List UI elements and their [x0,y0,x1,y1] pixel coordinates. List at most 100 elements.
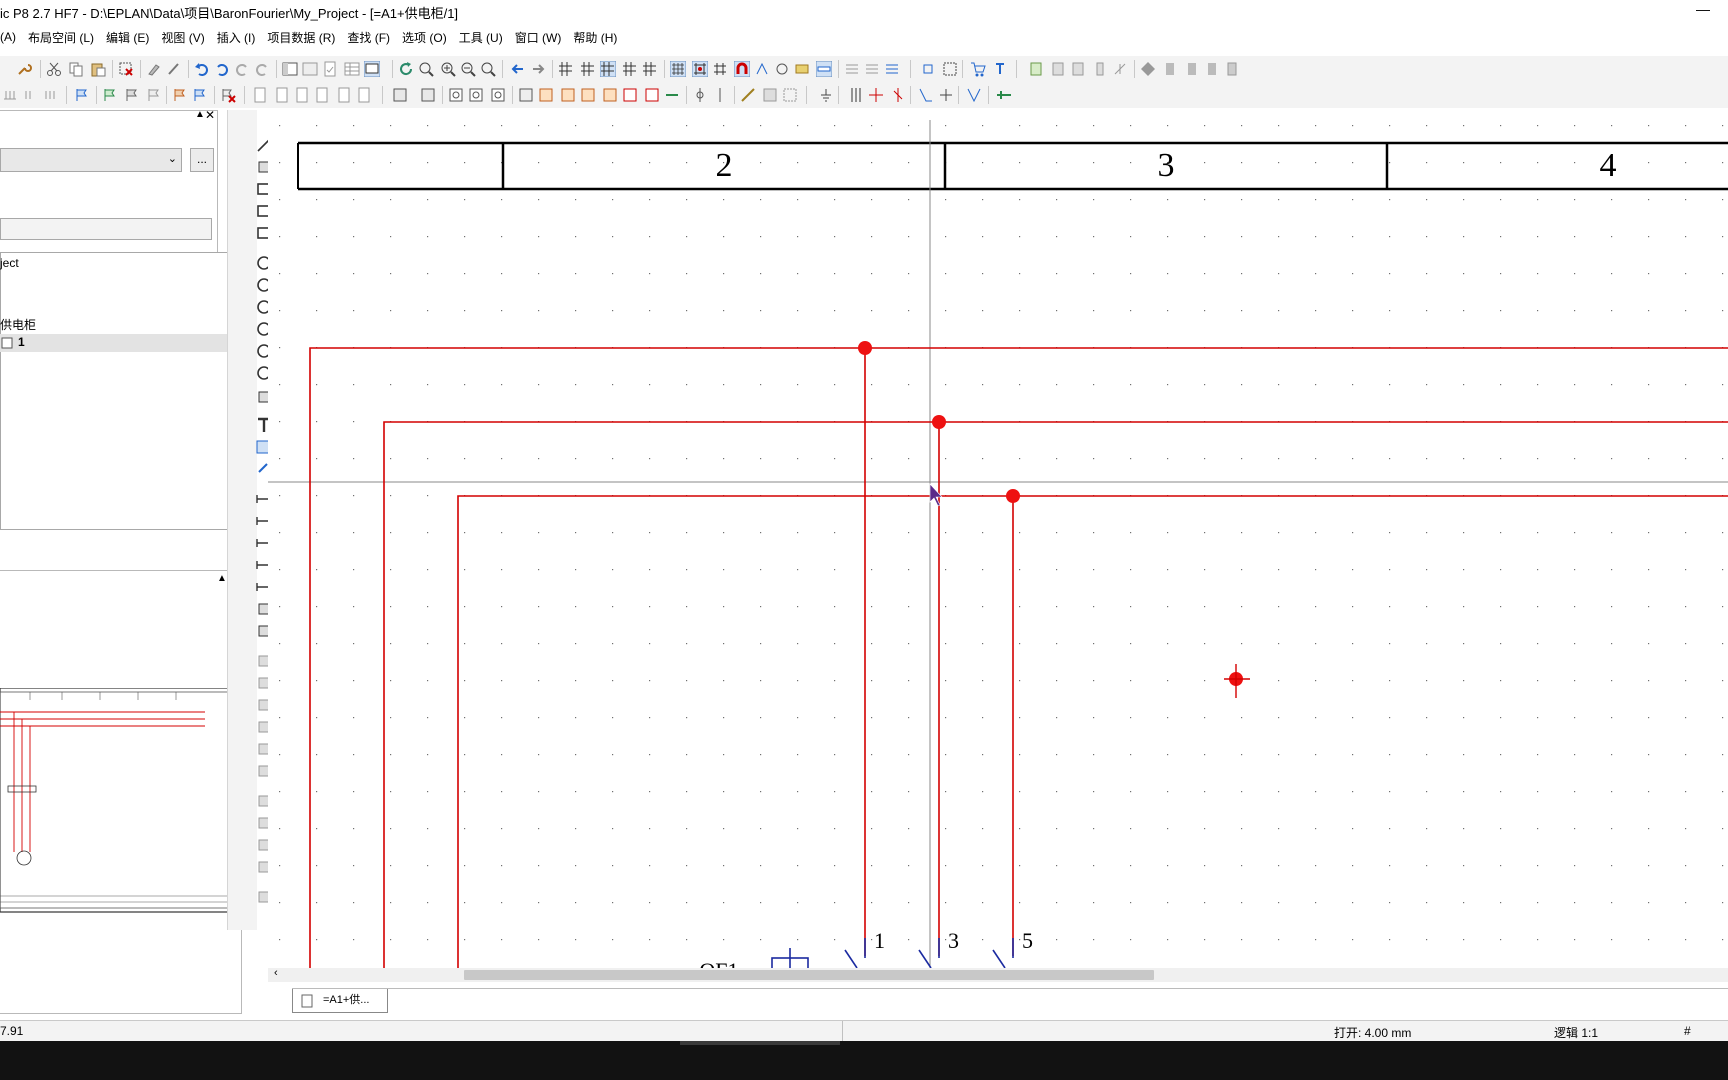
numbering-b-icon[interactable] [22,87,38,103]
device-c-icon[interactable] [1070,61,1086,77]
copy-icon[interactable] [68,61,84,77]
tree-item-project[interactable]: ject [0,256,19,270]
graphical-preview-icon[interactable] [364,61,380,77]
check-page-icon[interactable] [322,61,338,77]
grid-toggle-icon[interactable] [670,61,686,77]
diamond-icon[interactable] [1140,61,1156,77]
page-c-icon[interactable] [294,87,310,103]
report-b-icon[interactable] [420,87,436,103]
cable-a-icon[interactable] [740,87,756,103]
flag-e-icon[interactable] [172,87,188,103]
select-region-icon[interactable] [942,61,958,77]
terminal-c-icon[interactable] [1204,61,1220,77]
snap-grid-icon[interactable] [692,61,708,77]
search-field[interactable] [0,218,212,240]
device-d-icon[interactable] [1092,61,1108,77]
filter-more-button[interactable]: ... [190,148,214,172]
flag-f-icon[interactable] [192,87,208,103]
menu-item-edit[interactable]: 编辑 (E) [106,29,149,46]
list-a-icon[interactable] [844,61,860,77]
flag-a-icon[interactable] [74,87,90,103]
device-e-icon[interactable] [1112,61,1128,77]
filter-dropdown[interactable]: ⌄ [0,148,182,172]
zoom-out-icon[interactable] [460,61,476,77]
select-delete-icon[interactable] [118,61,134,77]
undo-icon[interactable] [194,61,210,77]
flag-b-icon[interactable] [102,87,118,103]
angle-b-icon[interactable] [938,87,954,103]
arrow-left-icon[interactable] [510,61,526,77]
pen-icon[interactable] [166,61,182,77]
menu-item-project-data[interactable]: 项目数据 (R) [267,29,335,46]
wire-a-icon[interactable] [848,87,864,103]
contact-a-icon[interactable] [692,87,708,103]
zoom-100-icon[interactable] [480,61,496,77]
paste-icon[interactable] [90,61,106,77]
symbol-b-icon[interactable] [538,87,554,103]
tree-item-cabinet[interactable]: 供电柜 [0,316,36,333]
symbol-c-icon[interactable] [560,87,576,103]
scrollbar-thumb[interactable] [464,970,1154,980]
frame-icon[interactable] [782,87,798,103]
redo-icon[interactable] [234,61,250,77]
junction-node-1[interactable] [858,341,872,355]
terminal-d-icon[interactable] [1224,61,1240,77]
menu-item-a[interactable]: (A) [0,30,16,44]
wrench-icon[interactable] [16,61,32,77]
minimize-button[interactable]: — [1696,1,1710,17]
bar-icon[interactable] [816,61,832,77]
macro-c-icon[interactable] [490,87,506,103]
text-field-icon[interactable] [992,61,1008,77]
flag-d-icon[interactable] [146,87,162,103]
flag-c-icon[interactable] [124,87,140,103]
contact-b-icon[interactable] [712,87,728,103]
table-icon[interactable] [344,61,360,77]
wire-b-icon[interactable] [868,87,884,103]
menu-item-view[interactable]: 视图 (V) [161,29,204,46]
cut-icon[interactable] [46,61,62,77]
connection-point-icon[interactable] [920,61,936,77]
macro-a-icon[interactable] [448,87,464,103]
zoom-window-icon[interactable] [418,61,434,77]
symbol-h-icon[interactable] [664,87,680,103]
page-f-icon[interactable] [356,87,372,103]
numbering-c-icon[interactable] [42,87,58,103]
panel-close-icon[interactable]: ✕ [205,108,215,122]
menu-item-insert[interactable]: 插入 (I) [217,29,256,46]
status-scale[interactable]: 逻辑 1:1 [1554,1024,1598,1041]
symbol-d-icon[interactable] [580,87,596,103]
page-e-icon[interactable] [336,87,352,103]
device-b-icon[interactable] [1050,61,1066,77]
grid-d-icon[interactable] [622,61,638,77]
angle-c-icon[interactable] [966,87,982,103]
grid-c-icon[interactable] [600,61,616,77]
menu-item-layout-space[interactable]: 布局空间 (L) [28,29,94,46]
page-b-icon[interactable] [274,87,290,103]
page-navigator-icon[interactable] [282,61,298,77]
symbol-a-icon[interactable] [518,87,534,103]
scroll-left-icon[interactable]: ‹ [274,967,278,979]
page-d-icon[interactable] [314,87,330,103]
tree-item-page-selected[interactable]: 1 [0,334,232,352]
report-a-icon[interactable] [392,87,408,103]
schematic-canvas[interactable]: 2 3 4 1 3 5 -QF1 [268,120,1728,968]
horizontal-scrollbar[interactable]: ‹ [268,967,1728,982]
list-b-icon[interactable] [864,61,880,77]
zoom-in-icon[interactable] [440,61,456,77]
flag-delete-icon[interactable] [220,87,236,103]
menu-item-help[interactable]: 帮助 (H) [573,29,617,46]
menu-item-find[interactable]: 查找 (F) [347,29,390,46]
angle-a-icon[interactable] [918,87,934,103]
junction-node-3[interactable] [932,415,946,429]
macro-b-icon[interactable] [468,87,484,103]
refresh-icon[interactable] [398,61,414,77]
terminal-b-icon[interactable] [1184,61,1200,77]
layout-space-icon[interactable] [302,61,318,77]
list-c-icon[interactable] [884,61,900,77]
panel-arrow-icon[interactable]: ▲ [195,109,205,120]
device-a-icon[interactable] [1028,61,1044,77]
object-snap-icon[interactable] [794,61,810,77]
junction-node-5[interactable] [1006,489,1020,503]
grid-e-icon[interactable] [642,61,658,77]
symbol-f-icon[interactable] [622,87,638,103]
